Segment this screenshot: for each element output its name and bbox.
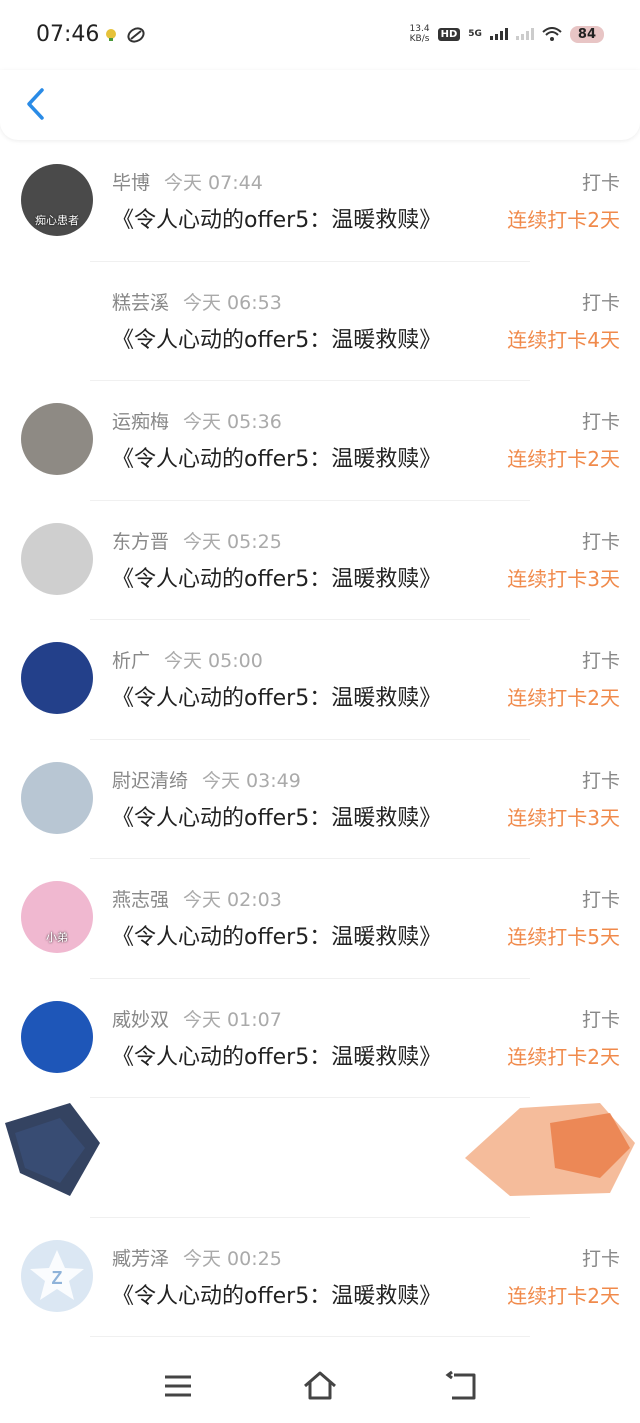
checkin-action[interactable]: 打卡: [582, 168, 620, 195]
avatar[interactable]: [21, 1000, 93, 1073]
checkin-action[interactable]: 打卡: [582, 1244, 620, 1271]
show-title: 《令人心动的offer5：温暖救赎》: [112, 686, 442, 711]
user-meta: 析广 今天 05:00: [112, 646, 263, 673]
user-meta: 毕博 今天 07:44: [112, 168, 263, 195]
system-nav-bar: [0, 1350, 640, 1423]
list-item[interactable]: 尉迟清绮 今天 03:49 《令人心动的offer5：温暖救赎》 打卡 连续打卡3…: [0, 740, 640, 859]
streak-badge: 连续打卡2天: [507, 1283, 620, 1308]
list-item[interactable]: Z 臧芳泽 今天 00:25 《令人心动的offer5：温暖救赎》 打卡 连续打卡…: [0, 1218, 640, 1337]
status-bar: 07:46 13.4 KB/s HD 5G 84: [0, 0, 640, 70]
checkin-time: 今天 05:36: [183, 411, 282, 433]
checkin-action[interactable]: 打卡: [582, 885, 620, 912]
avatar[interactable]: 小弟: [21, 881, 93, 953]
checkin-time: 今天 05:00: [164, 650, 263, 672]
user-meta: 东方晋 今天 05:25: [112, 527, 282, 554]
home-icon[interactable]: [302, 1368, 338, 1404]
scribble-overlay-right: [465, 1103, 635, 1196]
streak-badge: 连续打卡5天: [507, 925, 620, 949]
avatar-text: 痴心患者: [35, 214, 79, 227]
streak-badge: 连续打卡2天: [507, 447, 620, 471]
sync-icon: [127, 27, 145, 43]
show-title: 《令人心动的offer5：温暖救赎》: [112, 208, 442, 233]
avatar[interactable]: [21, 403, 93, 475]
checkin-action[interactable]: 打卡: [582, 766, 620, 793]
scribble-overlay-left: [5, 1103, 100, 1196]
user-meta: 尉迟清绮 今天 03:49: [112, 766, 301, 793]
header: [0, 70, 640, 140]
list-item[interactable]: 痴心患者 毕博 今天 07:44 《令人心动的offer5：温暖救赎》 打卡 连续…: [0, 142, 640, 262]
user-name: 燕志强: [112, 889, 170, 911]
avatar-text: 小弟: [46, 931, 68, 944]
menu-icon[interactable]: [160, 1368, 196, 1404]
avatar[interactable]: Z: [21, 1239, 93, 1312]
back-nav-icon[interactable]: [444, 1368, 480, 1404]
list-item[interactable]: 威妙双 今天 01:07 《令人心动的offer5：温暖救赎》 打卡 连续打卡2天: [0, 979, 640, 1098]
user-name: 臧芳泽: [112, 1247, 170, 1270]
user-name: 东方晋: [112, 530, 170, 553]
show-title: 《令人心动的offer5：温暖救赎》: [112, 447, 442, 472]
streak-badge: 连续打卡2天: [507, 208, 620, 232]
checkin-time: 今天 07:44: [164, 172, 263, 194]
user-meta: 威妙双 今天 01:07: [112, 1005, 282, 1032]
checkin-action[interactable]: 打卡: [582, 1005, 620, 1032]
streak-badge: 连续打卡3天: [507, 566, 620, 591]
divider: [90, 1336, 530, 1337]
network-type: 5G: [468, 29, 482, 39]
avatar[interactable]: [21, 761, 93, 834]
avatar[interactable]: 痴心患者: [21, 164, 93, 236]
streak-badge: 连续打卡2天: [507, 686, 620, 710]
user-meta: 糕芸溪 今天 06:53: [112, 288, 282, 315]
checkin-time: 今天 00:25: [183, 1247, 282, 1270]
list-item[interactable]: 析广 今天 05:00 《令人心动的offer5：温暖救赎》 打卡 连续打卡2天: [0, 620, 640, 740]
checkin-time: 今天 03:49: [202, 769, 301, 792]
back-button[interactable]: [22, 86, 52, 122]
checkin-time: 今天 02:03: [183, 889, 282, 911]
signal-icon: [489, 28, 508, 40]
show-title: 《令人心动的offer5：温暖救赎》: [112, 327, 442, 353]
wifi-icon: [542, 27, 562, 41]
status-time: 07:46: [36, 22, 100, 47]
chevron-left-icon: [27, 88, 44, 120]
checkin-action[interactable]: 打卡: [582, 646, 620, 673]
avatar[interactable]: [21, 522, 93, 595]
user-name: 糕芸溪: [112, 291, 170, 314]
hd-badge: HD: [437, 27, 461, 41]
checkin-time: 今天 01:07: [183, 1008, 282, 1031]
svg-text:Z: Z: [52, 1268, 63, 1288]
avatar[interactable]: [21, 283, 93, 356]
obscured-list-item: [0, 1098, 640, 1218]
checkin-list: 痴心患者 毕博 今天 07:44 《令人心动的offer5：温暖救赎》 打卡 连续…: [0, 142, 640, 1337]
user-name: 尉迟清绮: [112, 769, 189, 792]
user-name: 毕博: [112, 172, 151, 194]
signal-2-icon: [515, 28, 534, 40]
show-title: 《令人心动的offer5：温暖救赎》: [112, 1283, 442, 1309]
streak-badge: 连续打卡3天: [507, 805, 620, 830]
network-speed: 13.4 KB/s: [409, 24, 430, 44]
list-item[interactable]: 糕芸溪 今天 06:53 《令人心动的offer5：温暖救赎》 打卡 连续打卡4天: [0, 262, 640, 381]
streak-badge: 连续打卡4天: [507, 327, 620, 352]
qzone-logo-icon: Z: [30, 1249, 84, 1300]
show-title: 《令人心动的offer5：温暖救赎》: [112, 566, 442, 592]
list-item[interactable]: 小弟 燕志强 今天 02:03 《令人心动的offer5：温暖救赎》 打卡 连续打…: [0, 859, 640, 979]
show-title: 《令人心动的offer5：温暖救赎》: [112, 805, 442, 831]
user-name: 运痴梅: [112, 411, 170, 433]
checkin-action[interactable]: 打卡: [582, 527, 620, 554]
avatar[interactable]: [21, 642, 93, 714]
notification-icon: [106, 29, 116, 41]
streak-badge: 连续打卡2天: [507, 1044, 620, 1069]
user-meta: 运痴梅 今天 05:36: [112, 407, 282, 434]
user-meta: 臧芳泽 今天 00:25: [112, 1244, 282, 1271]
checkin-time: 今天 05:25: [183, 530, 282, 553]
checkin-action[interactable]: 打卡: [582, 407, 620, 434]
list-item[interactable]: 运痴梅 今天 05:36 《令人心动的offer5：温暖救赎》 打卡 连续打卡2天: [0, 381, 640, 501]
show-title: 《令人心动的offer5：温暖救赎》: [112, 925, 442, 950]
checkin-action[interactable]: 打卡: [582, 288, 620, 315]
user-meta: 燕志强 今天 02:03: [112, 885, 282, 912]
battery-level: 84: [569, 25, 604, 43]
user-name: 析广: [112, 650, 151, 672]
user-name: 威妙双: [112, 1008, 170, 1031]
show-title: 《令人心动的offer5：温暖救赎》: [112, 1044, 442, 1070]
list-item[interactable]: 东方晋 今天 05:25 《令人心动的offer5：温暖救赎》 打卡 连续打卡3天: [0, 501, 640, 620]
checkin-time: 今天 06:53: [183, 291, 282, 314]
